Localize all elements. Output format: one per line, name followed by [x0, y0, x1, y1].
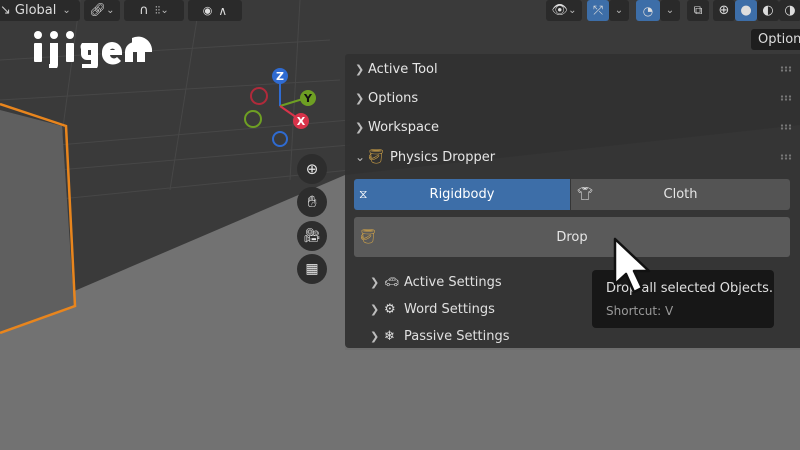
gizmo-y-axis[interactable]: Y: [300, 90, 316, 106]
chevron-right-icon: ❯: [355, 91, 365, 105]
chevron-right-icon: ❯: [355, 120, 365, 134]
shirt-icon: 👕︎: [577, 187, 594, 202]
gear-icon: ⚙︎: [384, 301, 396, 317]
wireframe-sphere-icon: ⊕: [718, 3, 730, 18]
tab-rigidbody[interactable]: ⧖ Rigidbody: [354, 179, 570, 210]
shading-solid-button[interactable]: ●: [735, 0, 757, 21]
gizmo-y-label: Y: [304, 91, 312, 105]
subpanel-label: Active Settings: [404, 274, 502, 290]
shading-rendered-button[interactable]: ◑: [779, 0, 800, 21]
link-icon: 🔗︎: [89, 3, 107, 18]
tab-label: Rigidbody: [429, 187, 495, 202]
mouse-cursor-icon: [613, 237, 651, 294]
rigidbody-icon: ⧖: [359, 187, 368, 201]
ijigen-logo: [34, 31, 153, 68]
chevron-down-icon: ⌄: [614, 5, 624, 16]
drag-handle-icon[interactable]: [780, 124, 792, 130]
snowflake-icon: ❄︎: [384, 328, 395, 344]
3d-viewport[interactable]: ↘ Global ⌄ 🔗︎ ⌄ ∩ ⫶⫶ ⌄ ◉ ∧ 👁︎ ⌄ ⤱ ⌄ ◔ ⌄ …: [0, 0, 800, 450]
gizmo-options-dropdown[interactable]: ⌄: [609, 0, 629, 21]
camera-view-button[interactable]: 🎥︎: [297, 221, 327, 251]
orientation-icon: ↘: [0, 3, 11, 18]
chevron-right-icon: ❯: [355, 62, 365, 76]
chevron-down-icon: ⌄: [62, 5, 71, 16]
magnet-icon: ∩: [139, 3, 149, 18]
section-physics-dropper[interactable]: ⌄ 🪣︎ Physics Dropper: [345, 143, 800, 171]
chevron-down-icon: ⌄: [106, 5, 115, 16]
overlays-icon: ◔: [642, 3, 654, 18]
physics-dropper-icon: 🪣︎: [367, 149, 385, 165]
gizmo-icon: ⤱: [593, 3, 603, 17]
zoom-icon: ⊕: [305, 160, 319, 178]
solid-sphere-icon: ●: [740, 3, 752, 18]
gizmo-x-label: X: [296, 114, 306, 128]
xray-icon: ⧉: [693, 3, 703, 17]
subpanel-label: Passive Settings: [404, 328, 510, 344]
section-options[interactable]: ❯ Options: [345, 84, 800, 112]
subpanel-word-settings[interactable]: ❯ ⚙︎ Word Settings: [370, 297, 495, 321]
chevron-down-icon: ⌄: [355, 150, 366, 164]
tooltip-shortcut: Shortcut: V: [606, 304, 674, 318]
chevron-right-icon: ❯: [370, 302, 380, 316]
proportional-editing-dropdown[interactable]: ◉ ∧: [188, 0, 242, 21]
transform-orientation-dropdown[interactable]: ↘ Global ⌄: [0, 0, 80, 21]
shading-material-button[interactable]: ◐: [757, 0, 779, 21]
chevron-right-icon: ❯: [370, 275, 380, 289]
drag-handle-icon[interactable]: [780, 95, 792, 101]
visibility-dropdown[interactable]: 👁︎ ⌄: [546, 0, 582, 21]
toggle-gizmos-button[interactable]: ⤱: [587, 0, 609, 21]
tab-cloth[interactable]: 👕︎ Cloth: [571, 179, 790, 210]
pan-button[interactable]: ✋︎: [297, 187, 327, 217]
grid-icon: ▦: [305, 261, 319, 277]
section-label: Workspace: [368, 119, 440, 135]
viewport-header: ↘ Global ⌄ 🔗︎ ⌄ ∩ ⫶⫶ ⌄ ◉ ∧ 👁︎ ⌄ ⤱ ⌄ ◔ ⌄ …: [0, 0, 800, 22]
car-icon: 🚗︎: [384, 275, 400, 289]
chevron-down-icon: ⌄: [665, 5, 675, 16]
navigation-gizmo[interactable]: Z Y X: [240, 66, 320, 152]
snapping-dropdown[interactable]: ∩ ⫶⫶ ⌄: [124, 0, 184, 21]
section-label: Active Tool: [368, 61, 438, 77]
subpanel-passive-settings[interactable]: ❯ ❄︎ Passive Settings: [370, 324, 510, 348]
shading-wireframe-button[interactable]: ⊕: [713, 0, 735, 21]
gizmo-z-label: Z: [276, 69, 284, 83]
toggle-overlays-button[interactable]: ◔: [636, 0, 660, 21]
eye-icon: 👁︎: [551, 3, 569, 18]
drop-button[interactable]: 🪣︎ Drop: [354, 217, 790, 257]
hand-icon: ✋︎: [307, 192, 317, 211]
physics-dropper-icon: 🪣︎: [359, 229, 377, 245]
tab-label: Cloth: [663, 187, 698, 202]
options-button[interactable]: Options: [751, 29, 800, 50]
drag-handle-icon[interactable]: [780, 66, 792, 72]
falloff-curve-icon: ∧: [218, 3, 228, 18]
section-label: Physics Dropper: [390, 149, 496, 165]
gizmo-z-axis[interactable]: Z: [272, 68, 288, 84]
proportional-editing-icon: ◉: [202, 4, 213, 17]
perspective-toggle-button[interactable]: ▦: [297, 254, 327, 284]
rendered-sphere-icon: ◑: [784, 3, 796, 18]
chevron-down-icon: ⌄: [160, 5, 169, 16]
options-label: Options: [758, 32, 800, 47]
drop-label: Drop: [556, 229, 588, 245]
chevron-right-icon: ❯: [370, 329, 380, 343]
drag-handle-icon[interactable]: [780, 154, 792, 160]
material-sphere-icon: ◐: [762, 3, 774, 18]
camera-icon: 🎥︎: [303, 228, 321, 244]
chevron-down-icon: ⌄: [568, 5, 577, 16]
zoom-button[interactable]: ⊕: [297, 154, 327, 184]
gizmo-x-axis[interactable]: X: [293, 113, 309, 129]
toggle-xray-button[interactable]: ⧉: [687, 0, 709, 21]
section-workspace[interactable]: ❯ Workspace: [345, 113, 800, 141]
subpanel-active-settings[interactable]: ❯ 🚗︎ Active Settings: [370, 270, 502, 294]
subpanel-label: Word Settings: [404, 301, 495, 317]
transform-orientation-value: Global: [14, 3, 57, 18]
pivot-point-dropdown[interactable]: 🔗︎ ⌄: [84, 0, 120, 21]
overlays-options-dropdown[interactable]: ⌄: [660, 0, 680, 21]
section-label: Options: [368, 90, 419, 106]
section-active-tool[interactable]: ❯ Active Tool: [345, 55, 800, 83]
